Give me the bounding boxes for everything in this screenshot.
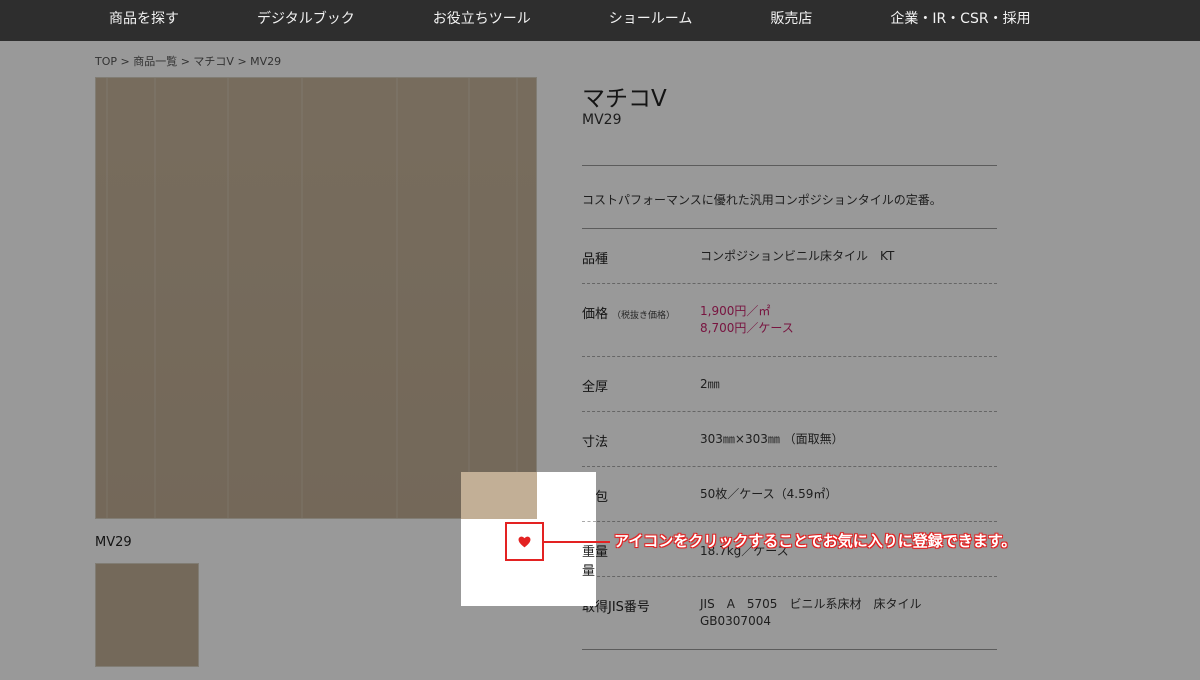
nav-item-corporate[interactable]: 企業・IR・CSR・採用 (851, 0, 1069, 41)
callout-connector (544, 541, 610, 543)
row-divider-fragment (582, 521, 596, 522)
favorite-button[interactable] (505, 522, 544, 561)
nav-item-find-products[interactable]: 商品を探す (70, 0, 218, 41)
favorite-tooltip: アイコンをクリックすることでお気に入りに登録できます。 (614, 532, 1017, 550)
global-nav: 商品を探す デジタルブック お役立ちツール ショールーム 販売店 企業・IR・C… (0, 0, 1200, 41)
heart-icon (518, 536, 531, 547)
spec-weight-label-highlight: 重量 (582, 545, 596, 579)
swatch-fragment (461, 472, 537, 519)
tutorial-overlay[interactable] (0, 41, 1200, 680)
nav-item-digital-book[interactable]: デジタルブック (218, 0, 394, 41)
nav-item-useful-tools[interactable]: お役立ちツール (394, 0, 570, 41)
nav-item-showroom[interactable]: ショールーム (570, 0, 732, 41)
nav-item-dealers[interactable]: 販売店 (731, 0, 851, 41)
